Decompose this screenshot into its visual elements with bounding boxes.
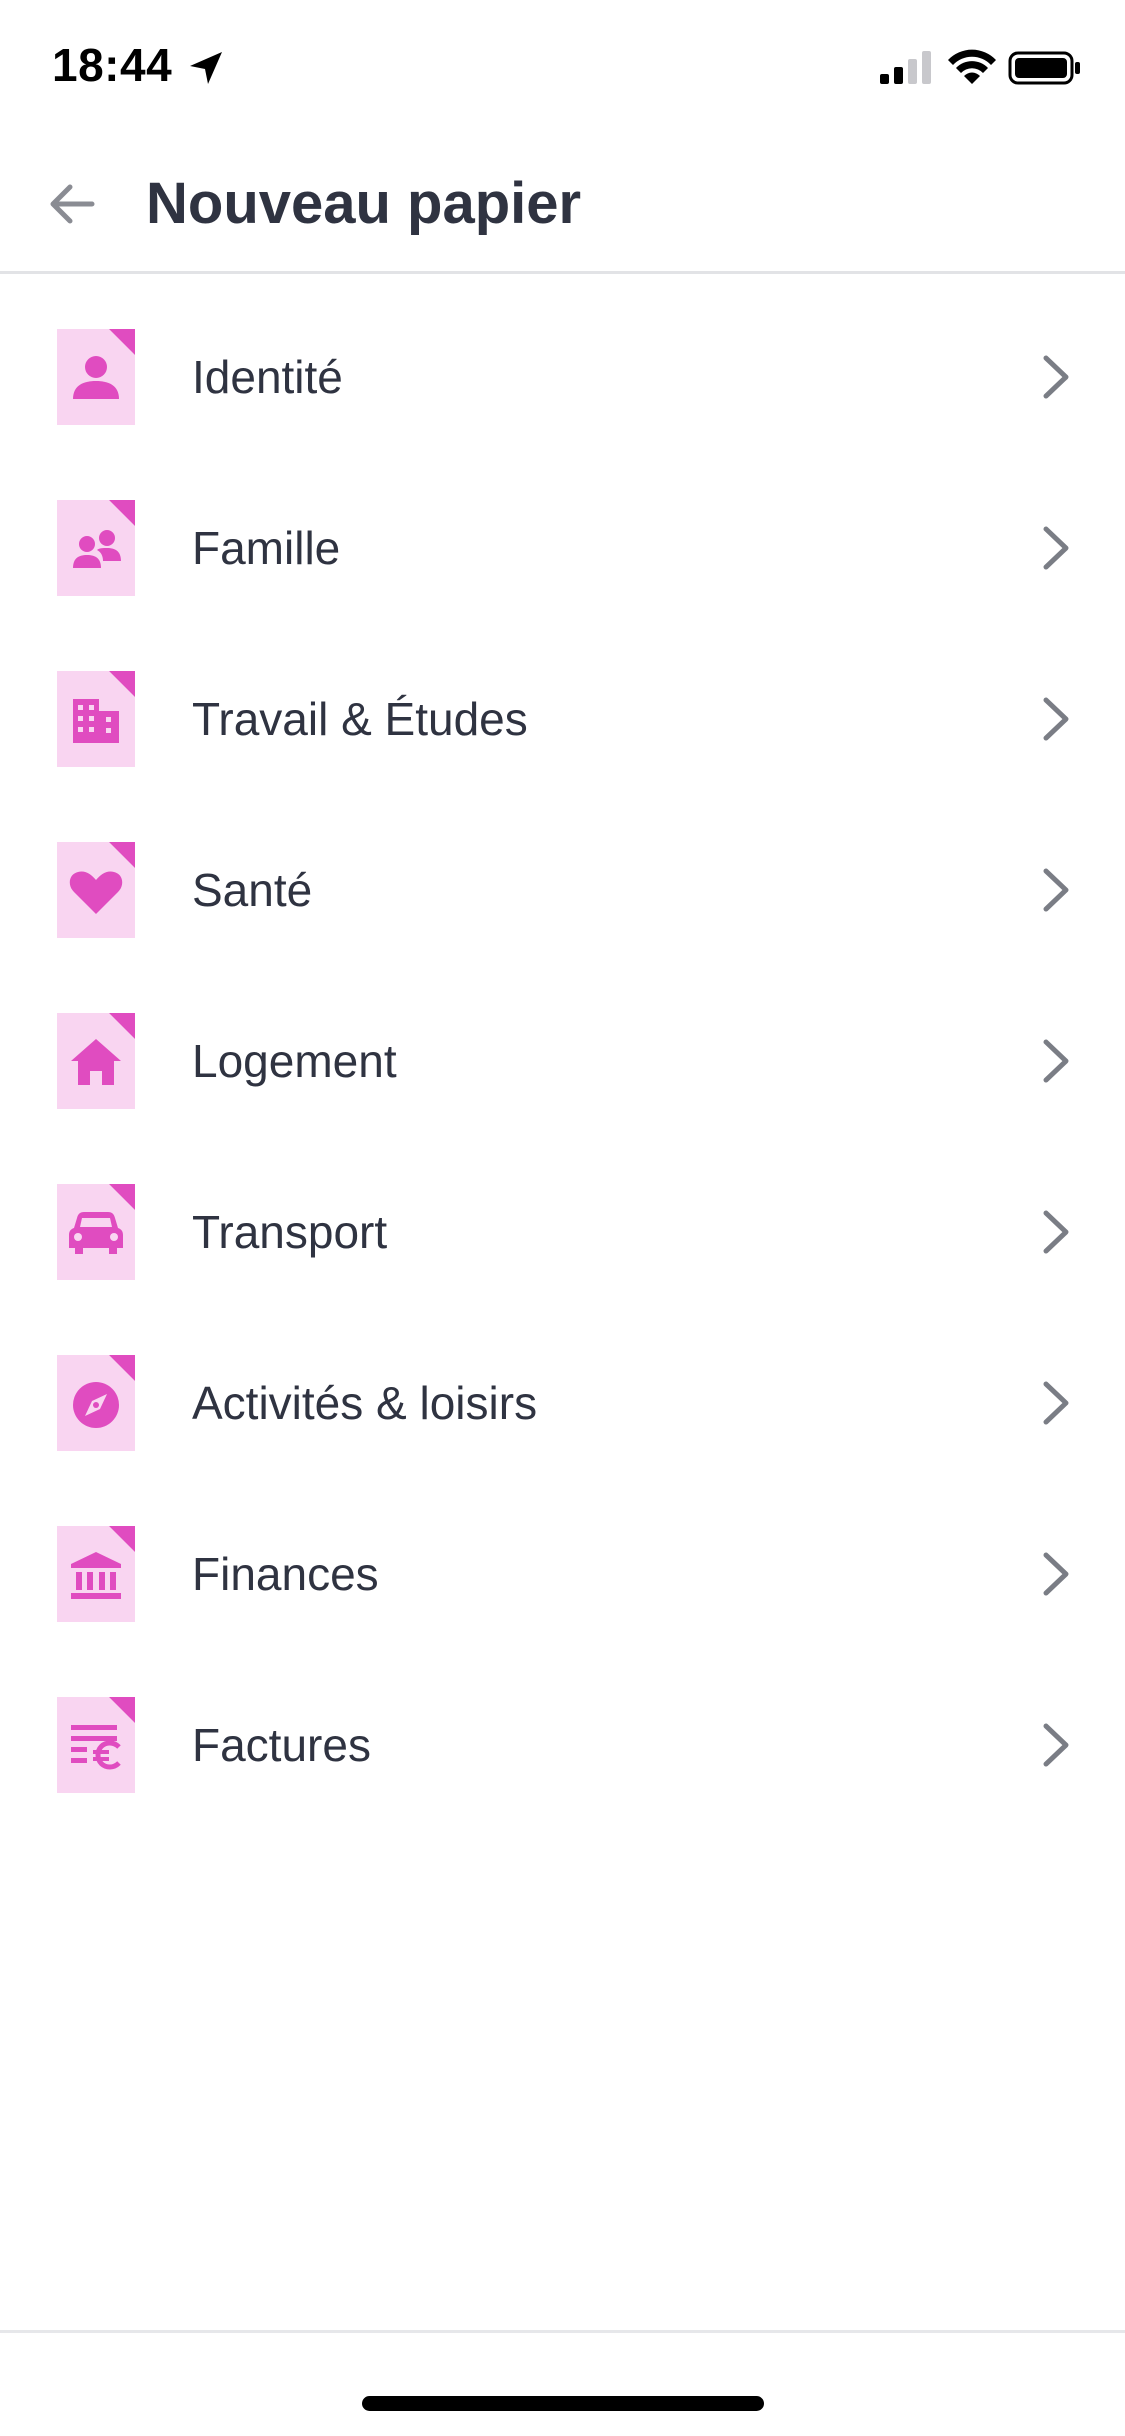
category-item-famille[interactable]: Famille <box>0 445 1125 616</box>
category-item-identite[interactable]: Identité <box>0 274 1125 445</box>
category-item-activites-loisirs[interactable]: Activités & loisirs <box>0 1300 1125 1471</box>
category-list: Identité Famille Travail & Études Santé … <box>0 274 1125 1813</box>
category-item-transport[interactable]: Transport <box>0 1129 1125 1300</box>
wifi-icon <box>948 49 996 84</box>
category-label: Transport <box>192 1206 388 1258</box>
family-icon <box>57 500 135 596</box>
building-icon <box>57 671 135 767</box>
category-item-sante[interactable]: Santé <box>0 787 1125 958</box>
back-button[interactable] <box>36 168 108 240</box>
category-label: Logement <box>192 1035 397 1087</box>
home-indicator[interactable] <box>362 2396 764 2411</box>
battery-icon <box>1008 51 1080 85</box>
bottom-divider <box>0 2330 1125 2333</box>
chevron-right-icon <box>1043 1210 1069 1254</box>
status-bar: 18:44 <box>0 0 1125 132</box>
heart-icon <box>57 842 135 938</box>
category-item-finances[interactable]: Finances <box>0 1471 1125 1642</box>
chevron-right-icon <box>1043 697 1069 741</box>
cellular-signal-icon <box>880 51 931 84</box>
chevron-right-icon <box>1043 1552 1069 1596</box>
chevron-right-icon <box>1043 1039 1069 1083</box>
category-item-factures[interactable]: Factures <box>0 1642 1125 1813</box>
category-label: Famille <box>192 522 341 574</box>
category-label: Identité <box>192 351 343 403</box>
chevron-right-icon <box>1043 868 1069 912</box>
house-icon <box>57 1013 135 1109</box>
category-label: Factures <box>192 1719 371 1771</box>
person-icon <box>57 329 135 425</box>
category-label: Finances <box>192 1548 379 1600</box>
chevron-right-icon <box>1043 526 1069 570</box>
category-label: Santé <box>192 864 313 916</box>
chevron-right-icon <box>1043 1381 1069 1425</box>
location-arrow-icon <box>190 52 222 84</box>
category-item-travail-etudes[interactable]: Travail & Études <box>0 616 1125 787</box>
category-item-logement[interactable]: Logement <box>0 958 1125 1129</box>
category-label: Travail & Études <box>192 693 528 745</box>
arrow-left-icon <box>50 184 95 224</box>
chevron-right-icon <box>1043 355 1069 399</box>
page-title: Nouveau papier <box>146 171 582 236</box>
compass-icon <box>57 1355 135 1451</box>
status-time: 18:44 <box>52 39 173 91</box>
bank-icon <box>57 1526 135 1622</box>
category-label: Activités & loisirs <box>192 1377 538 1429</box>
car-icon <box>57 1184 135 1280</box>
bill-icon <box>57 1697 135 1793</box>
chevron-right-icon <box>1043 1723 1069 1767</box>
app-header: Nouveau papier <box>0 132 1125 274</box>
